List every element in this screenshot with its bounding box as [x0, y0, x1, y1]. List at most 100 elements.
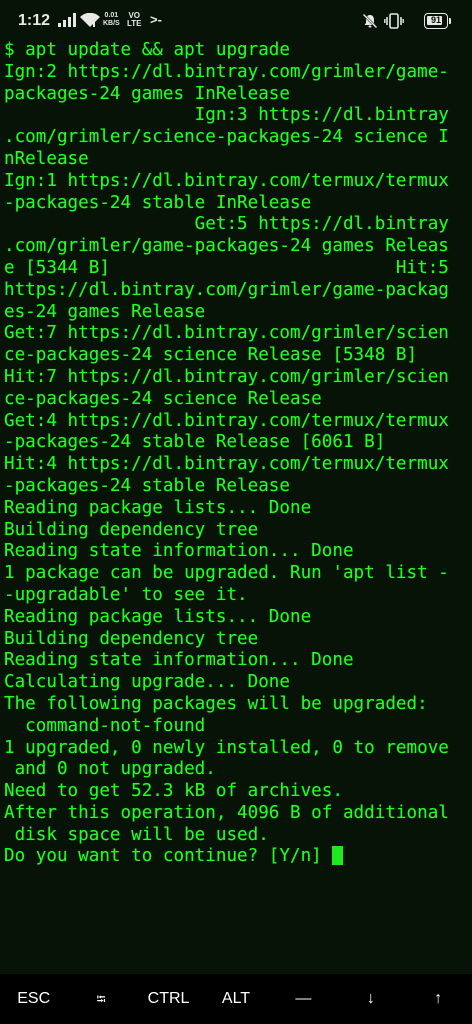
terminal-line-text: nRelease: [4, 148, 89, 169]
mute-icon: [362, 13, 378, 34]
terminal-line-text: Reading state information... Done: [4, 650, 354, 671]
terminal-line-text: e [5344 B] Hit:5: [4, 257, 449, 278]
terminal-line: -packages-24 stable Release [6061 B]: [4, 432, 468, 454]
terminal-line: .com/grimler/science-packages-24 science…: [4, 127, 468, 149]
terminal-line-text: Reading state information... Done: [4, 541, 354, 562]
terminal-line-text: The following packages will be upgraded:: [4, 693, 428, 714]
terminal-line-text: Calculating upgrade... Done: [4, 672, 290, 693]
terminal-line: https://dl.bintray.com/grimler/game-pack…: [4, 280, 468, 302]
status-bar: 1:12 0.01 KB/S VO LTE >- 91: [0, 0, 472, 44]
terminal-line: Reading state information... Done: [4, 541, 468, 563]
terminal-line-text: disk space will be used.: [4, 824, 269, 845]
terminal-line-text: es-24 games Release: [4, 301, 206, 322]
terminal-line-text: .com/grimler/science-packages-24 science…: [4, 127, 449, 148]
terminal-line-text: Do you want to continue? [Y/n]: [4, 846, 333, 867]
terminal-line: $ apt update && apt upgrade: [4, 40, 468, 62]
network-speed-value: 0.01: [104, 12, 119, 19]
terminal-line: disk space will be used.: [4, 825, 468, 847]
wifi-icon: [80, 12, 100, 33]
terminal-line-text: Ign:3 https://dl.bintray: [4, 105, 449, 126]
dash-key[interactable]: —: [270, 974, 337, 1024]
terminal-line-text: Get:4 https://dl.bintray.com/termux/term…: [4, 410, 449, 431]
terminal-line-text: packages-24 games InRelease: [4, 83, 290, 104]
terminal-line: Need to get 52.3 kB of archives.: [4, 781, 468, 803]
terminal-line: Get:4 https://dl.bintray.com/termux/term…: [4, 411, 468, 433]
terminal-line: and 0 not upgraded.: [4, 759, 468, 781]
terminal-line: -packages-24 stable InRelease: [4, 193, 468, 215]
terminal-line-text: -upgradable' to see it.: [4, 584, 248, 605]
terminal-line: Do you want to continue? [Y/n]: [4, 846, 468, 868]
volte-bottom: LTE: [127, 19, 142, 28]
terminal-line: After this operation, 4096 B of addition…: [4, 803, 468, 825]
terminal-line-text: -packages-24 stable Release: [4, 475, 290, 496]
terminal-line: -packages-24 stable Release: [4, 476, 468, 498]
tab-key[interactable]: ⭾: [67, 974, 134, 1024]
terminal-line: Building dependency tree: [4, 520, 468, 542]
terminal-line: Hit:4 https://dl.bintray.com/termux/term…: [4, 454, 468, 476]
terminal-line: e [5344 B] Hit:5: [4, 258, 468, 280]
terminal-line-text: 1 upgraded, 0 newly installed, 0 to remo…: [4, 737, 449, 758]
terminal-line: ce-packages-24 science Release [5348 B]: [4, 345, 468, 367]
terminal-line-text: Building dependency tree: [4, 628, 259, 649]
terminal-line-text: Ign:1 https://dl.bintray.com/termux/term…: [4, 170, 449, 191]
terminal-line: Reading package lists... Done: [4, 607, 468, 629]
vibrate-icon: [384, 13, 404, 34]
terminal-line: Ign:2 https://dl.bintray.com/grimler/gam…: [4, 62, 468, 84]
arrow-down-key[interactable]: ↓: [337, 974, 404, 1024]
terminal-line: .com/grimler/game-packages-24 games Rele…: [4, 236, 468, 258]
terminal-line: es-24 games Release: [4, 302, 468, 324]
terminal-output[interactable]: $ apt update && apt upgrade Ign:2 https:/…: [4, 40, 468, 868]
terminal-line-text: ce-packages-24 science Release: [4, 388, 322, 409]
terminal-line-text: Ign:2 https://dl.bintray.com/grimler/gam…: [4, 61, 449, 82]
terminal-line: command-not-found: [4, 716, 468, 738]
terminal-cursor: [332, 846, 344, 866]
terminal-line: Ign:3 https://dl.bintray: [4, 105, 468, 127]
terminal-line: The following packages will be upgraded:: [4, 694, 468, 716]
battery-percent: 91: [430, 15, 441, 25]
terminal-line-text: .com/grimler/game-packages-24 games Rele…: [4, 236, 449, 257]
signal-icon: [58, 13, 76, 32]
termux-screen: 1:12 0.01 KB/S VO LTE >- 91 $ apt update…: [0, 0, 472, 1024]
terminal-line: ce-packages-24 science Release: [4, 389, 468, 411]
terminal-line-text: Reading package lists... Done: [4, 497, 312, 518]
terminal-line-text: https://dl.bintray.com/grimler/game-pack…: [4, 279, 449, 300]
status-time: 1:12: [18, 12, 51, 29]
terminal-line: packages-24 games InRelease: [4, 84, 468, 106]
terminal-line-text: Hit:7 https://dl.bintray.com/grimler/sci…: [4, 366, 449, 387]
terminal-line: Calculating upgrade... Done: [4, 672, 468, 694]
terminal-line-text: ce-packages-24 science Release [5348 B]: [4, 345, 418, 366]
terminal-notification-icon: >-: [150, 12, 162, 27]
terminal-line: Reading package lists... Done: [4, 498, 468, 520]
terminal-line-text: Need to get 52.3 kB of archives.: [4, 781, 343, 802]
terminal-line-text: Hit:4 https://dl.bintray.com/termux/term…: [4, 454, 449, 475]
alt-key[interactable]: ALT: [202, 974, 269, 1024]
terminal-line-text: Get:7 https://dl.bintray.com/grimler/sci…: [4, 323, 449, 344]
battery-icon: 91: [424, 13, 451, 29]
extra-keys-bar: ESC ⭾ CTRL ALT — ↓ ↑: [0, 974, 472, 1024]
arrow-up-key[interactable]: ↑: [405, 974, 472, 1024]
terminal-line: Reading state information... Done: [4, 650, 468, 672]
volte-indicator: VO LTE: [127, 12, 142, 28]
terminal-line: 1 upgraded, 0 newly installed, 0 to remo…: [4, 738, 468, 760]
terminal-line: 1 package can be upgraded. Run 'apt list…: [4, 563, 468, 585]
ctrl-key[interactable]: CTRL: [135, 974, 202, 1024]
network-speed: 0.01 KB/S: [103, 12, 120, 28]
terminal-line-text: Building dependency tree: [4, 519, 259, 540]
terminal-line: Building dependency tree: [4, 629, 468, 651]
terminal-line-text: Reading package lists... Done: [4, 606, 312, 627]
terminal-line: Hit:7 https://dl.bintray.com/grimler/sci…: [4, 367, 468, 389]
terminal-line-text: $ apt update && apt upgrade: [4, 40, 290, 60]
esc-key[interactable]: ESC: [0, 974, 67, 1024]
terminal-line-text: Get:5 https://dl.bintray: [4, 214, 449, 235]
terminal-line: Ign:1 https://dl.bintray.com/termux/term…: [4, 171, 468, 193]
terminal-line-text: and 0 not upgraded.: [4, 759, 216, 780]
terminal-line-text: After this operation, 4096 B of addition…: [4, 802, 449, 823]
terminal-line-text: -packages-24 stable Release [6061 B]: [4, 432, 386, 453]
network-speed-unit: KB/S: [103, 20, 120, 27]
terminal-line: -upgradable' to see it.: [4, 585, 468, 607]
terminal-line-text: command-not-found: [4, 715, 206, 736]
terminal-line: Get:5 https://dl.bintray: [4, 214, 468, 236]
terminal-line: nRelease: [4, 149, 468, 171]
terminal-line-text: 1 package can be upgraded. Run 'apt list…: [4, 563, 449, 584]
terminal-line: Get:7 https://dl.bintray.com/grimler/sci…: [4, 323, 468, 345]
